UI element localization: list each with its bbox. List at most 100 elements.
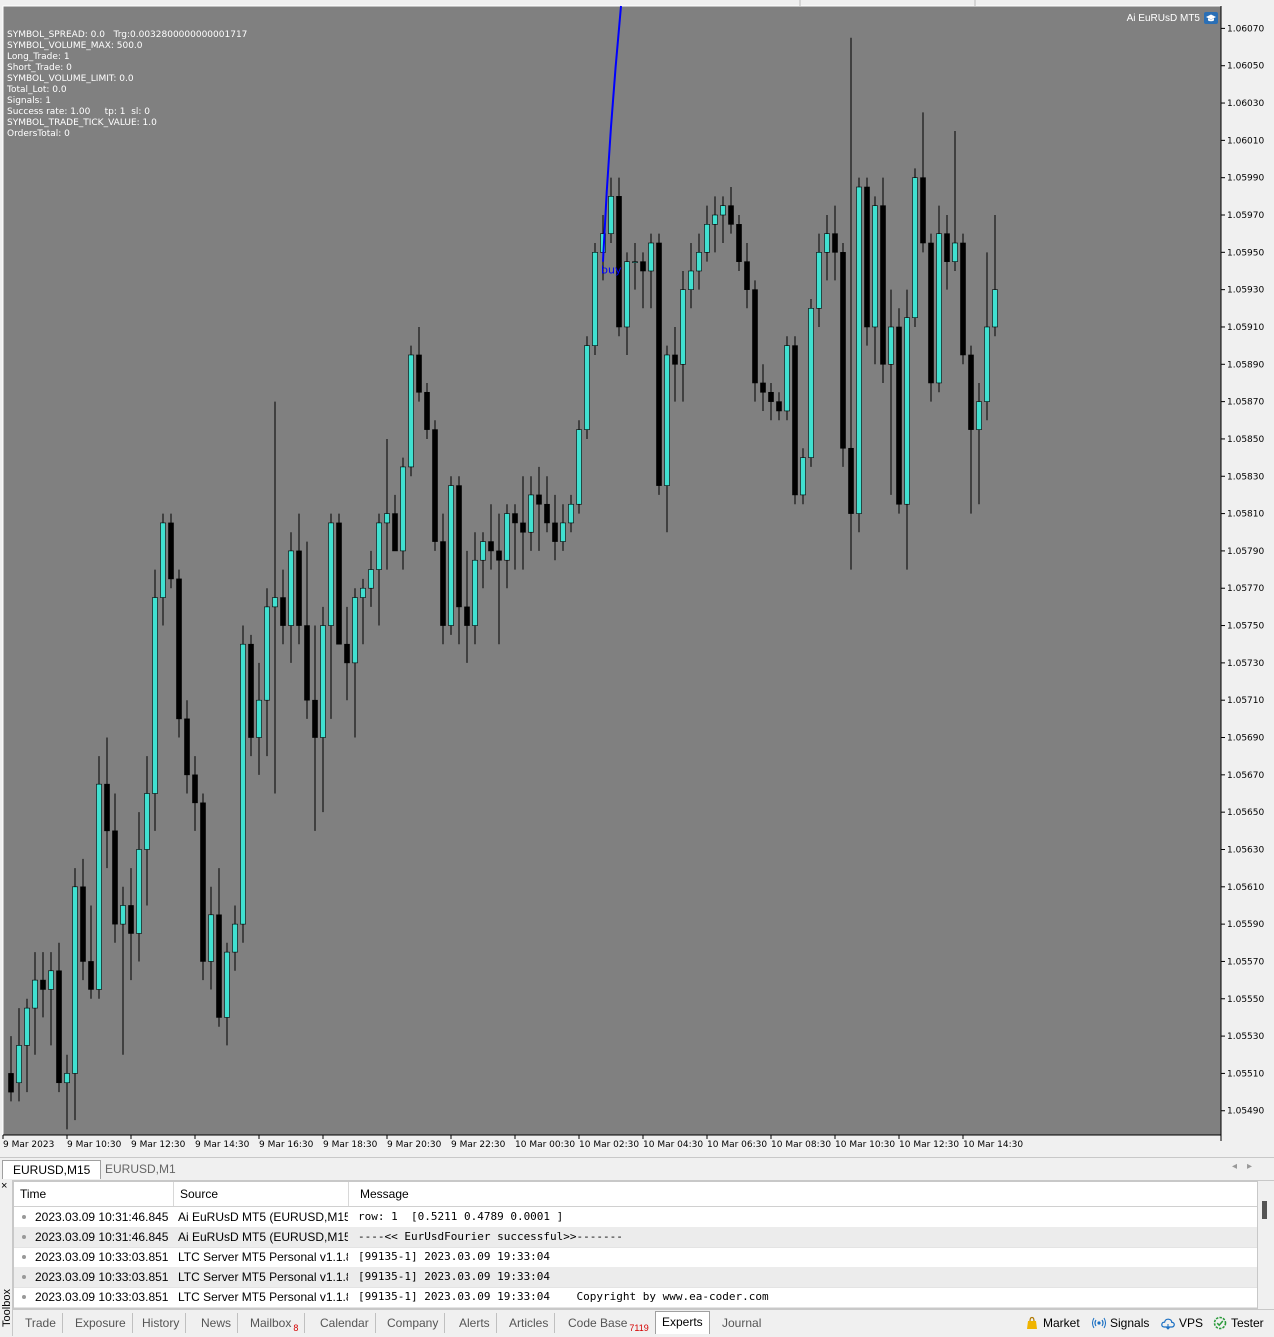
signals-label: Signals — [1110, 1316, 1150, 1330]
time-tick-label: 10 Mar 14:30 — [963, 1140, 1023, 1150]
log-row[interactable]: 2023.03.09 10:31:46.845 Ai EuRUsD MT5 (E… — [14, 1227, 1257, 1248]
bear-candle — [544, 503, 550, 524]
log-row[interactable]: 2023.03.09 10:33:03.851 LTC Server MT5 P… — [14, 1247, 1257, 1268]
time-tick-label: 9 Mar 20:30 — [387, 1140, 442, 1150]
chart-area[interactable]: 1.06070 1.06050 1.06030 1.06010 1.05990 1.059… — [0, 0, 1274, 1156]
tab-exposure[interactable]: Exposure — [69, 1313, 133, 1333]
bear-candle — [536, 494, 542, 505]
time-tick-label: 9 Mar 12:30 — [131, 1140, 186, 1150]
log-message: row: 1 [0.5211 0.4789 0.0001 ] — [358, 1210, 564, 1223]
bear-candle — [728, 205, 734, 225]
bull-candle — [712, 214, 718, 225]
info-line: SYMBOL_VOLUME_LIMIT: 0.0 — [7, 74, 134, 84]
bull-candle — [320, 625, 326, 738]
tab-articles[interactable]: Articles — [503, 1313, 556, 1333]
bear-candle — [464, 606, 470, 626]
bear-candle — [176, 578, 182, 720]
log-row[interactable]: 2023.03.09 10:33:03.851 LTC Server MT5 P… — [14, 1267, 1257, 1288]
price-chart[interactable]: 1.06070 1.06050 1.06030 1.06010 1.05990 1.059… — [0, 0, 1274, 1156]
graduation-cap-icon — [1204, 12, 1218, 24]
bull-candle — [240, 643, 246, 925]
log-time: 2023.03.09 10:31:46.845 — [35, 1210, 169, 1224]
chart-tab-eurusd-m15[interactable]: EURUSD,M15 — [2, 1160, 102, 1179]
tab-company[interactable]: Company — [381, 1313, 446, 1333]
log-row[interactable]: 2023.03.09 10:33:03.851 LTC Server MT5 P… — [14, 1287, 1257, 1308]
toolbox-tabs-bar: Trade Exposure History News Mailbox 8 Cal… — [13, 1309, 1274, 1337]
time-tick-label: 10 Mar 08:30 — [771, 1140, 831, 1150]
bear-candle — [752, 289, 758, 384]
log-time: 2023.03.09 10:33:03.851 — [35, 1250, 169, 1264]
tab-news[interactable]: News — [195, 1313, 239, 1333]
tab-trade[interactable]: Trade — [19, 1313, 63, 1333]
bull-candle — [576, 429, 582, 505]
bear-candle — [8, 1073, 14, 1093]
bull-candle — [720, 205, 726, 216]
bull-candle — [992, 289, 998, 328]
tab-mailbox[interactable]: Mailbox 8 — [244, 1313, 306, 1333]
tab-alerts[interactable]: Alerts — [453, 1313, 497, 1333]
bull-candle — [872, 205, 878, 328]
bear-candle — [40, 979, 46, 990]
market-button[interactable]: Market — [1025, 1313, 1080, 1333]
bull-candle — [360, 587, 366, 598]
price-tick-label: 1.05550 — [1227, 995, 1264, 1005]
tab-journal[interactable]: Journal — [716, 1313, 767, 1333]
bull-candle — [352, 597, 358, 664]
bull-candle — [952, 242, 958, 262]
toolbox-label: Toolbox — [0, 1289, 13, 1327]
chart-tab-eurusd-m1[interactable]: EURUSD,M1 — [95, 1160, 186, 1178]
bear-candle — [104, 783, 110, 832]
column-header-message[interactable]: Message — [354, 1182, 1250, 1206]
tab-code-base-label: Code Base — [568, 1316, 628, 1330]
tab-code-base[interactable]: Code Base 7119 — [562, 1313, 656, 1333]
log-message: [99135-1] 2023.03.09 19:33:04 Copyright … — [358, 1290, 769, 1303]
bear-candle — [616, 196, 622, 328]
log-dot-icon — [22, 1215, 26, 1219]
time-tick-label: 10 Mar 04:30 — [643, 1140, 703, 1150]
price-tick-label: 1.05790 — [1227, 547, 1264, 557]
column-header-source[interactable]: Source — [174, 1182, 349, 1206]
bear-candle — [496, 550, 502, 561]
price-tick-label: 1.06050 — [1227, 62, 1264, 72]
bear-candle — [736, 224, 742, 262]
vps-button[interactable]: VPS — [1161, 1313, 1203, 1333]
tab-calendar[interactable]: Calendar — [314, 1313, 376, 1333]
tab-history[interactable]: History — [136, 1313, 187, 1333]
bull-candle — [96, 783, 102, 990]
bull-candle — [136, 849, 142, 934]
bear-candle — [56, 970, 62, 1084]
log-row[interactable]: 2023.03.09 10:31:46.845 Ai EuRUsD MT5 (E… — [14, 1207, 1257, 1228]
log-scrollbar[interactable] — [1258, 1181, 1272, 1307]
bull-candle — [232, 923, 238, 953]
price-tick-label: 1.05950 — [1227, 248, 1264, 258]
tab-experts[interactable]: Experts — [655, 1311, 710, 1334]
price-tick-label: 1.05750 — [1227, 622, 1264, 632]
price-tick-label: 1.05850 — [1227, 435, 1264, 445]
bear-candle — [416, 354, 422, 393]
bear-candle — [832, 233, 838, 253]
time-tick-label: 9 Mar 16:30 — [259, 1140, 314, 1150]
bull-candle — [384, 513, 390, 524]
price-tick-label: 1.06030 — [1227, 99, 1264, 109]
column-header-time[interactable]: Time — [14, 1182, 174, 1206]
log-message: ----<< EurUsdFourier successful>>------- — [358, 1230, 623, 1243]
close-icon[interactable]: × — [1, 1180, 7, 1192]
expert-advisor-label[interactable]: Ai EuRUsD MT5 — [1127, 12, 1218, 24]
bull-candle — [592, 252, 598, 346]
tab-scroll-arrows[interactable]: ◂▸ — [1232, 1161, 1262, 1172]
bull-candle — [856, 186, 862, 514]
log-source: Ai EuRUsD MT5 (EURUSD,M15) — [178, 1230, 348, 1244]
bear-candle — [344, 643, 350, 664]
bear-candle — [768, 391, 774, 402]
bull-candle — [976, 401, 982, 430]
log-source: Ai EuRUsD MT5 (EURUSD,M15) — [178, 1210, 348, 1224]
tester-button[interactable]: Tester — [1213, 1313, 1264, 1333]
shopping-bag-icon — [1027, 1316, 1037, 1329]
bear-candle — [760, 382, 766, 393]
price-tick-label: 1.05770 — [1227, 584, 1264, 594]
scrollbar-thumb[interactable] — [1262, 1201, 1267, 1219]
time-tick-label: 10 Mar 02:30 — [579, 1140, 639, 1150]
signals-button[interactable]: Signals — [1092, 1313, 1149, 1333]
bull-candle — [24, 1007, 30, 1046]
bear-candle — [776, 401, 782, 412]
